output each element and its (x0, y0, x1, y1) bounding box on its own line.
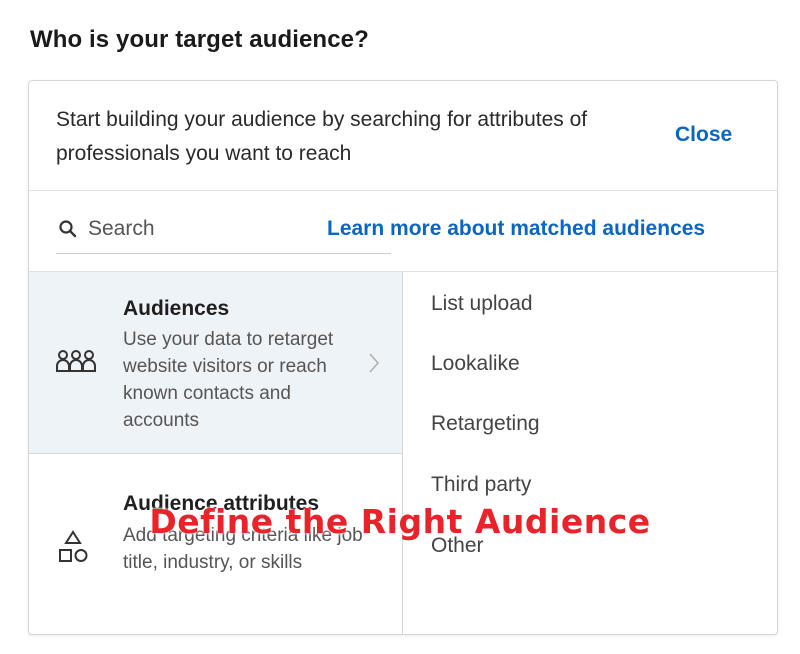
close-link[interactable]: Close (675, 123, 732, 147)
category-title: Audiences (123, 297, 230, 320)
option-lookalike[interactable]: Lookalike (431, 352, 520, 376)
overlay-caption: Define the Right Audience (149, 502, 651, 541)
intro-section: Start building your audience by searchin… (29, 81, 777, 191)
chevron-right-icon (369, 353, 380, 373)
option-list: List upload Lookalike Retargeting Third … (403, 272, 777, 634)
targeting-browser: Audiences Use your data to retarget webs… (29, 271, 777, 634)
search-icon (59, 220, 77, 238)
category-audience-attributes[interactable]: Audience attributes Add targeting criter… (29, 454, 402, 634)
page-title: Who is your target audience? (30, 26, 369, 53)
audience-panel: Start building your audience by searchin… (28, 80, 778, 635)
learn-more-link[interactable]: Learn more about matched audiences (327, 217, 705, 241)
category-audiences[interactable]: Audiences Use your data to retarget webs… (29, 272, 402, 454)
option-third-party[interactable]: Third party (431, 473, 531, 497)
option-retargeting[interactable]: Retargeting (431, 412, 540, 436)
option-list-upload[interactable]: List upload (431, 292, 533, 316)
category-description: Use your data to retarget website visito… (123, 329, 334, 431)
intro-text: Start building your audience by searchin… (56, 108, 588, 165)
people-group-icon (56, 350, 96, 372)
category-list: Audiences Use your data to retarget webs… (29, 272, 403, 634)
